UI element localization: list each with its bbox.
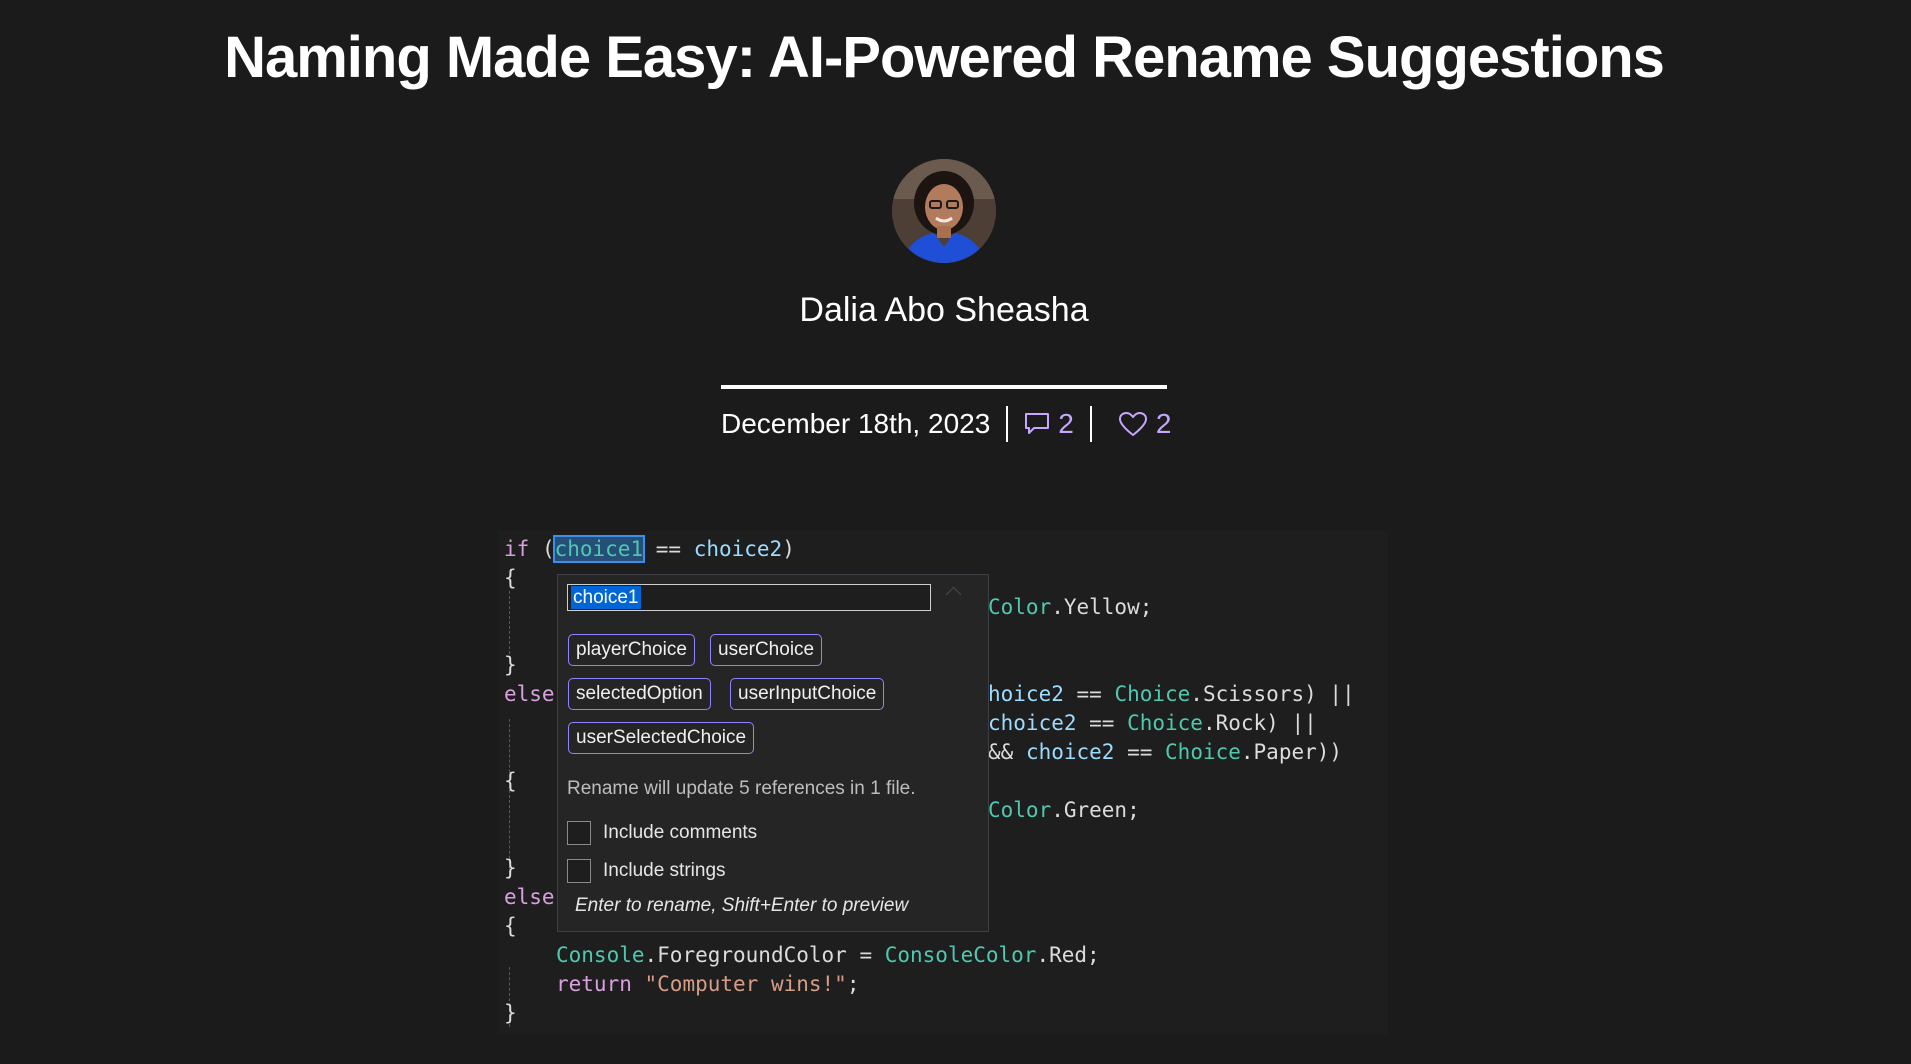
- code-line: Console.ForegroundColor = ConsoleColor.R…: [556, 943, 1100, 967]
- include-comments-label: Include comments: [603, 822, 758, 843]
- code-line: choice2 == Choice.Rock) ||: [988, 711, 1317, 735]
- suggestion-chip[interactable]: userInputChoice: [730, 678, 885, 710]
- code-line: if (choice1 == choice2): [504, 535, 795, 563]
- code-line: }: [504, 1001, 517, 1025]
- code-line: Color.Green;: [988, 798, 1140, 822]
- heart-icon: [1118, 412, 1147, 436]
- code-line: hoice2 == Choice.Scissors) ||: [988, 682, 1355, 706]
- rename-input[interactable]: choice1: [567, 584, 931, 611]
- meta-separator: [1006, 406, 1009, 442]
- code-line: return "Computer wins!";: [556, 972, 860, 996]
- code-line: }: [504, 856, 517, 880]
- author-avatar[interactable]: [892, 159, 996, 263]
- rename-popup: choice1 playerChoice userChoice selected…: [557, 574, 989, 932]
- include-comments-option[interactable]: Include comments: [567, 819, 757, 847]
- author-avatar-image: [892, 159, 996, 263]
- code-line: {: [504, 566, 517, 590]
- suggestion-chip[interactable]: selectedOption: [568, 678, 711, 710]
- rename-hint: Enter to rename, Shift+Enter to preview: [575, 895, 909, 916]
- suggestion-chip[interactable]: userSelectedChoice: [568, 722, 755, 754]
- include-strings-checkbox[interactable]: [567, 859, 591, 883]
- likes-count: 2: [1155, 408, 1172, 439]
- rename-input-value: choice1: [571, 586, 641, 609]
- code-line: && choice2 == Choice.Paper)): [988, 740, 1343, 764]
- comments-link[interactable]: 2: [1024, 408, 1074, 440]
- code-line: {: [504, 769, 517, 793]
- code-line: Color.Yellow;: [988, 595, 1153, 619]
- code-line: }: [504, 653, 517, 677]
- post-date: December 18th, 2023: [721, 408, 991, 439]
- collapse-caret-icon[interactable]: [945, 586, 962, 603]
- code-line: else: [504, 682, 555, 706]
- suggestion-chip[interactable]: playerChoice: [568, 634, 695, 666]
- rename-info-text: Rename will update 5 references in 1 fil…: [567, 778, 916, 799]
- comments-count: 2: [1058, 408, 1074, 439]
- page-title: Naming Made Easy: AI-Powered Rename Sugg…: [224, 25, 1665, 90]
- selected-symbol[interactable]: choice1: [552, 535, 646, 563]
- comment-bubble-icon: [1025, 413, 1050, 434]
- include-strings-label: Include strings: [603, 860, 726, 881]
- post-meta: December 18th, 2023 2 2: [721, 402, 1171, 446]
- blog-post-page: Naming Made Easy: AI-Powered Rename Sugg…: [0, 0, 1911, 1064]
- like-button[interactable]: 2: [1118, 408, 1172, 440]
- suggestion-chip[interactable]: userChoice: [710, 634, 823, 666]
- meta-divider: [721, 385, 1167, 389]
- indent-guide: [509, 591, 510, 659]
- code-line: {: [504, 914, 517, 938]
- meta-separator: [1089, 406, 1092, 442]
- code-line: else: [504, 885, 555, 909]
- include-comments-checkbox[interactable]: [567, 821, 591, 845]
- include-strings-option[interactable]: Include strings: [567, 857, 726, 885]
- author-name[interactable]: Dalia Abo Sheasha: [0, 286, 1888, 334]
